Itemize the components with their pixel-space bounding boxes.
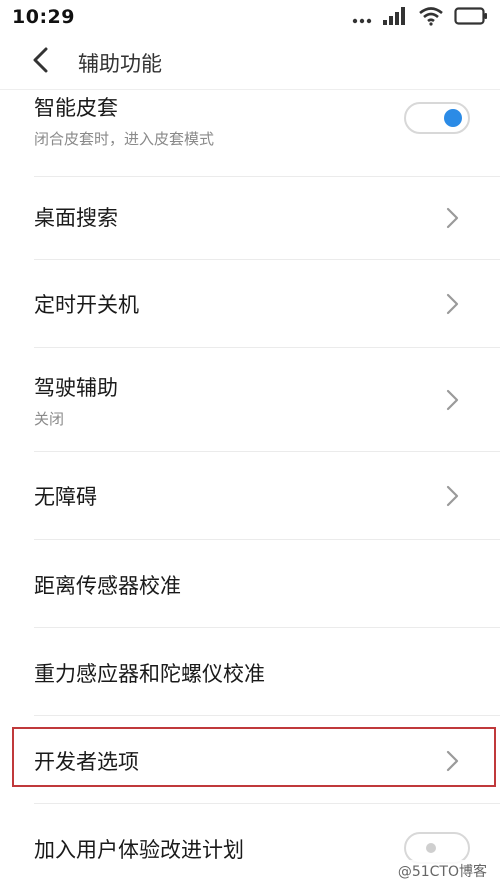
setting-subtitle: 关闭 <box>34 410 65 428</box>
watermark: @51CTO博客 <box>394 860 490 882</box>
setting-title: 桌面搜索 <box>34 206 118 230</box>
setting-title: 重力感应器和陀螺仪校准 <box>34 662 265 686</box>
signal-icon <box>382 6 408 30</box>
setting-title: 加入用户体验改进计划 <box>34 838 244 862</box>
setting-gravity-gyro-calibration[interactable]: 重力感应器和陀螺仪校准 <box>0 628 500 716</box>
chevron-right-icon <box>444 389 462 411</box>
chevron-right-icon <box>444 207 462 229</box>
status-icons <box>352 5 488 31</box>
status-bar: 10:29 <box>0 0 500 36</box>
setting-title: 无障碍 <box>34 485 97 509</box>
setting-scheduled-power[interactable]: 定时开关机 <box>0 260 500 348</box>
chevron-right-icon <box>444 293 462 315</box>
setting-proximity-calibration[interactable]: 距离传感器校准 <box>0 540 500 628</box>
battery-icon <box>454 6 488 30</box>
chevron-right-icon <box>444 485 462 507</box>
setting-accessibility[interactable]: 无障碍 <box>0 452 500 540</box>
more-dots-icon <box>352 9 372 28</box>
setting-title: 智能皮套 <box>34 96 118 120</box>
status-time: 10:29 <box>12 6 75 28</box>
back-button[interactable] <box>22 44 58 80</box>
setting-smart-cover[interactable]: 智能皮套 闭合皮套时，进入皮套模式 <box>0 90 500 177</box>
toggle-knob <box>444 109 462 127</box>
back-arrow-icon <box>31 47 49 77</box>
wifi-icon <box>418 6 444 30</box>
app-header: 辅助功能 <box>0 36 500 90</box>
setting-title: 定时开关机 <box>34 293 139 317</box>
toggle-knob <box>426 843 436 853</box>
setting-title: 驾驶辅助 <box>34 376 118 400</box>
setting-title: 距离传感器校准 <box>34 574 181 598</box>
setting-desktop-search[interactable]: 桌面搜索 <box>0 177 500 260</box>
setting-subtitle: 闭合皮套时，进入皮套模式 <box>34 130 215 148</box>
page-title: 辅助功能 <box>78 52 162 76</box>
highlight-annotation <box>12 727 496 787</box>
smart-cover-toggle[interactable] <box>404 102 470 134</box>
setting-driving-assist[interactable]: 驾驶辅助 关闭 <box>0 348 500 452</box>
